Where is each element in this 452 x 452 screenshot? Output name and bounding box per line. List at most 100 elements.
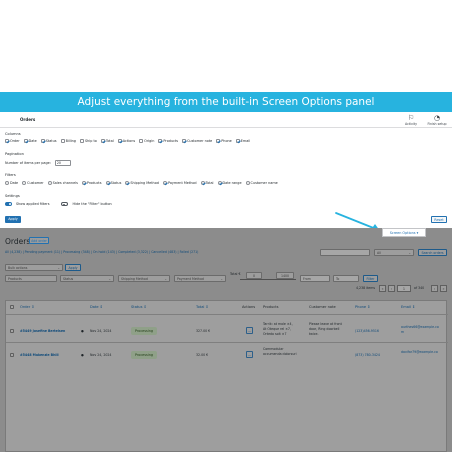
filter-option[interactable]: Shipping Method bbox=[125, 181, 159, 185]
bulk-apply-button[interactable]: Apply bbox=[65, 264, 81, 271]
column-option[interactable]: Order bbox=[5, 139, 20, 143]
order-action-button[interactable]: … bbox=[246, 351, 253, 358]
bulk-actions-select[interactable]: Bulk actions ⌄ bbox=[5, 264, 63, 271]
col-order[interactable]: Order ⇕ bbox=[20, 305, 34, 309]
first-page-button[interactable]: « bbox=[379, 285, 386, 292]
total-range-slider[interactable] bbox=[240, 279, 296, 280]
filter-checkbox[interactable] bbox=[105, 181, 110, 185]
hide-filter-button-label: Hide the "Filter" button bbox=[72, 202, 112, 206]
add-order-button[interactable]: Add order bbox=[29, 237, 49, 244]
column-checkbox[interactable] bbox=[5, 139, 9, 143]
order-total: 32.00 € bbox=[196, 353, 209, 357]
date-from-input[interactable]: From bbox=[300, 275, 330, 282]
col-phone[interactable]: Phone ⇕ bbox=[355, 305, 370, 309]
column-checkbox[interactable] bbox=[216, 139, 221, 143]
items-per-page-input[interactable]: 20 bbox=[54, 160, 71, 166]
column-checkbox[interactable] bbox=[23, 139, 28, 143]
current-page-input[interactable]: 1 bbox=[397, 285, 411, 292]
column-checkbox[interactable] bbox=[182, 139, 187, 143]
preview-icon[interactable]: ● bbox=[81, 329, 84, 334]
col-total[interactable]: Total ⇕ bbox=[196, 305, 209, 309]
column-checkbox[interactable] bbox=[40, 139, 45, 143]
filter-checkbox[interactable] bbox=[125, 181, 130, 185]
order-date: Nov 24, 2024 bbox=[90, 329, 112, 333]
col-date[interactable]: Date ⇕ bbox=[90, 305, 103, 309]
status-filter-links[interactable]: All (4,238) | Pending payment (11) | Pro… bbox=[5, 250, 198, 254]
column-option[interactable]: Date bbox=[23, 139, 37, 143]
column-checkbox[interactable] bbox=[158, 139, 163, 143]
filter-checkbox[interactable] bbox=[200, 181, 205, 185]
filter-option[interactable]: Payment Method bbox=[162, 181, 197, 185]
last-page-button[interactable]: » bbox=[440, 285, 447, 292]
products-filter-input[interactable]: Products bbox=[5, 275, 57, 282]
order-date: Nov 24, 2024 bbox=[90, 353, 112, 357]
column-checkbox[interactable] bbox=[235, 139, 240, 143]
preview-icon[interactable]: ● bbox=[81, 353, 84, 358]
total-max-input[interactable]: 1400 bbox=[276, 272, 294, 279]
filter-checkbox[interactable] bbox=[217, 181, 222, 185]
filter-option[interactable]: Customer bbox=[22, 181, 44, 185]
column-option[interactable]: Total bbox=[100, 139, 114, 143]
order-link[interactable]: #5449 Josefine Bertelsen bbox=[20, 329, 65, 334]
prev-page-button[interactable]: ‹ bbox=[388, 285, 395, 292]
column-option[interactable]: Billing bbox=[60, 139, 76, 143]
col-email[interactable]: Email ⇕ bbox=[401, 305, 415, 309]
hide-filter-button-toggle[interactable] bbox=[61, 202, 69, 206]
filter-checkbox[interactable] bbox=[22, 181, 27, 185]
column-option[interactable]: Products bbox=[158, 139, 178, 143]
search-scope-value: All bbox=[377, 251, 381, 255]
screen-options-reset-button[interactable]: Reset bbox=[431, 216, 447, 223]
search-scope-select[interactable]: All ⌄ bbox=[374, 249, 414, 256]
column-option[interactable]: Status bbox=[40, 139, 57, 143]
shipping-filter-select[interactable]: Shipping Method ⌄ bbox=[118, 275, 170, 282]
filter-checkbox[interactable] bbox=[5, 181, 9, 185]
screen-options-apply-button[interactable]: Apply bbox=[5, 216, 21, 223]
phone-link[interactable]: (873) 780-3424 bbox=[355, 353, 380, 358]
column-option[interactable]: Origin bbox=[139, 139, 154, 143]
row-checkbox[interactable] bbox=[10, 353, 14, 357]
filter-checkbox[interactable] bbox=[81, 181, 86, 185]
status-filter-select[interactable]: Status ⌄ bbox=[60, 275, 114, 282]
finish-setup-button[interactable]: ◔ Finish setup bbox=[424, 114, 450, 126]
activity-button[interactable]: ⚐ Activity bbox=[398, 114, 424, 126]
filter-option[interactable]: Date range bbox=[217, 181, 242, 185]
payment-filter-select[interactable]: Payment Method ⌄ bbox=[174, 275, 226, 282]
date-to-input[interactable]: To bbox=[333, 275, 359, 282]
column-option[interactable]: Phone bbox=[216, 139, 232, 143]
filter-option[interactable]: Sales channels bbox=[47, 181, 78, 185]
column-checkbox[interactable] bbox=[100, 139, 105, 143]
column-checkbox[interactable] bbox=[117, 139, 122, 143]
column-option[interactable]: Actions bbox=[117, 139, 135, 143]
column-checkbox[interactable] bbox=[139, 139, 144, 143]
column-checkbox[interactable] bbox=[79, 139, 84, 143]
order-link[interactable]: #5448 Makenzie Bhill bbox=[20, 353, 59, 358]
phone-link[interactable]: (123)456-9516 bbox=[355, 329, 379, 334]
filter-option[interactable]: Date bbox=[5, 181, 18, 185]
total-min-input[interactable]: 0 bbox=[246, 272, 262, 279]
row-checkbox[interactable] bbox=[10, 329, 14, 333]
email-link[interactable]: davifar79@example.co bbox=[401, 350, 438, 355]
col-status[interactable]: Status ⇕ bbox=[131, 305, 147, 309]
select-all-checkbox[interactable] bbox=[10, 305, 14, 309]
search-input[interactable] bbox=[320, 249, 370, 256]
filter-checkbox[interactable] bbox=[162, 181, 167, 185]
column-option[interactable]: Customer note bbox=[182, 139, 212, 143]
filter-button[interactable]: Filter bbox=[363, 275, 378, 282]
filter-option[interactable]: Status bbox=[105, 181, 121, 185]
note-line: twice. bbox=[309, 332, 319, 336]
next-page-button[interactable]: › bbox=[431, 285, 438, 292]
filter-option[interactable]: Products bbox=[81, 181, 102, 185]
show-applied-filters-toggle[interactable] bbox=[5, 202, 12, 206]
column-option[interactable]: Email bbox=[235, 139, 250, 143]
column-checkbox[interactable] bbox=[60, 139, 65, 143]
email-link-wrap[interactable]: m bbox=[401, 330, 404, 335]
filter-option[interactable]: Customer name bbox=[245, 181, 278, 185]
filter-checkbox[interactable] bbox=[47, 181, 52, 185]
order-action-button[interactable]: … bbox=[246, 327, 253, 334]
screen-options-tab[interactable]: Screen Options ▾ bbox=[382, 228, 426, 237]
filter-option[interactable]: Total bbox=[200, 181, 214, 185]
filter-checkbox[interactable] bbox=[245, 181, 250, 185]
column-option[interactable]: Ship to bbox=[79, 139, 97, 143]
email-link[interactable]: aurthes66@example.co bbox=[401, 325, 439, 330]
search-orders-button[interactable]: Search orders bbox=[418, 249, 447, 256]
